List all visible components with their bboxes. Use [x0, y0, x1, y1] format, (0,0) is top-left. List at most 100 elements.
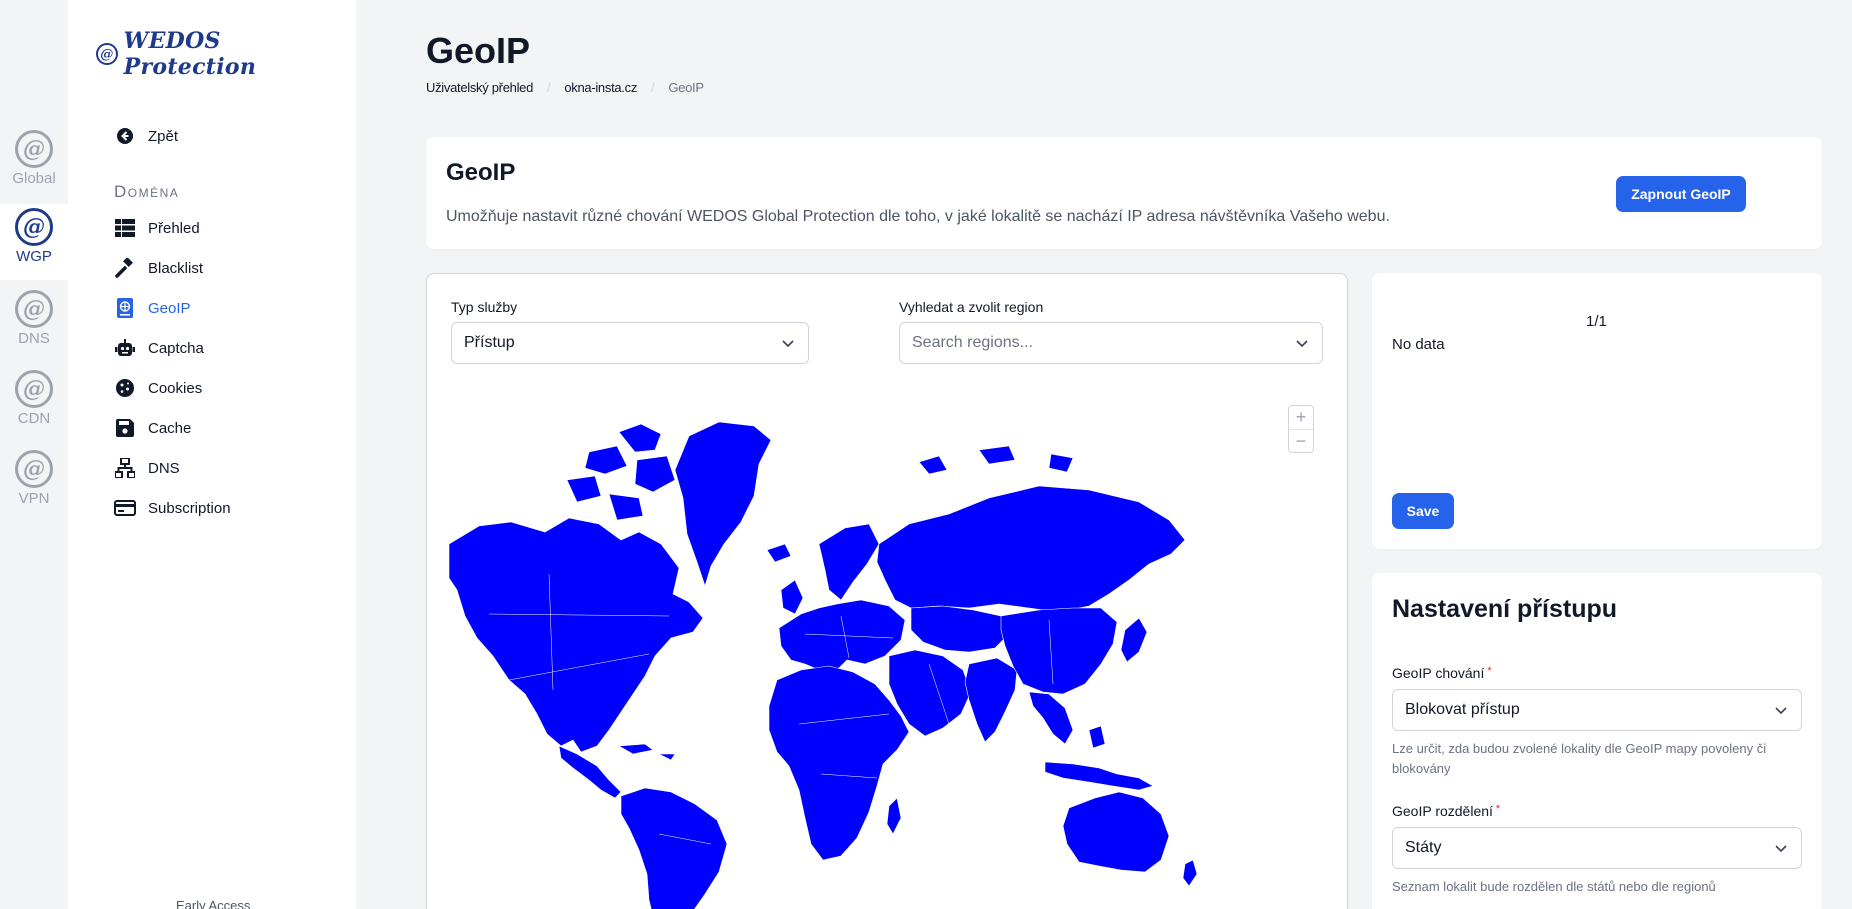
map-region-iceland	[766, 543, 792, 563]
section-heading: Doména	[114, 182, 180, 201]
service-type-label: Typ služby	[451, 299, 518, 315]
rail-label: VPN	[18, 490, 50, 507]
sidebar-item-dns[interactable]: DNS	[114, 448, 344, 488]
chevron-down-icon	[1775, 845, 1787, 853]
map-region-japan	[1120, 617, 1148, 663]
map-region-russia	[876, 485, 1186, 613]
credit-card-icon	[114, 497, 136, 519]
empty-state-text: No data	[1392, 336, 1445, 353]
sidebar-item-cache[interactable]: Cache	[114, 408, 344, 448]
map-region-arctic-russia	[918, 445, 1074, 475]
behavior-label-text: GeoIP chování	[1392, 665, 1485, 681]
early-access-label: Early Access	[176, 898, 251, 909]
sidebar-item-subscription[interactable]: Subscription	[114, 488, 344, 528]
map-card: Typ služby Přístup Vyhledat a zvolit reg…	[426, 273, 1348, 909]
region-search-label: Vyhledat a zvolit region	[899, 299, 1044, 315]
table-icon	[114, 217, 136, 239]
product-rail: @ Global @ WGP @ DNS @ CDN @ VPN	[0, 0, 68, 909]
split-label: GeoIP rozdělení *	[1392, 803, 1500, 819]
zoom-in-button[interactable]: +	[1289, 406, 1313, 429]
robot-icon	[114, 337, 136, 359]
rail-label: DNS	[18, 330, 50, 347]
service-type-value: Přístup	[464, 334, 515, 351]
map-region-greenland	[674, 421, 772, 587]
rail-item-cdn[interactable]: @ CDN	[0, 366, 68, 442]
globe-book-icon	[114, 297, 136, 319]
split-label-text: GeoIP rozdělení	[1392, 803, 1493, 819]
service-type-select[interactable]: Přístup	[451, 322, 809, 364]
map-region-southeast-asia	[1028, 691, 1074, 745]
breadcrumb-link[interactable]: okna-insta.cz	[564, 80, 637, 95]
map-region-europe	[778, 599, 906, 675]
arrow-left-circle-icon	[114, 125, 136, 147]
intro-card: GeoIP Umožňuje nastavit různé chování WE…	[426, 137, 1822, 249]
cdn-logo-icon: @	[15, 370, 53, 408]
behavior-label: GeoIP chování *	[1392, 665, 1492, 681]
map-region-north-america	[449, 517, 704, 753]
map-region-australia	[1062, 791, 1170, 873]
behavior-help-text: Lze určit, zda budou zvolené lokality dl…	[1392, 741, 1767, 776]
sidebar-item-blacklist[interactable]: Blacklist	[114, 248, 344, 288]
split-select[interactable]: Státy	[1392, 827, 1802, 869]
chevron-down-icon	[1296, 340, 1308, 348]
vpn-logo-icon: @	[15, 450, 53, 488]
sidebar-item-label: Subscription	[148, 499, 231, 517]
sidebar: @ WEDOS Protection Zpět Doména Přehled B…	[68, 0, 356, 909]
required-marker: *	[1495, 803, 1501, 815]
breadcrumb-link[interactable]: Uživatelský přehled	[426, 80, 533, 95]
network-icon	[114, 457, 136, 479]
pagination-indicator: 1/1	[1586, 313, 1607, 330]
map-region-madagascar	[886, 797, 902, 835]
sidebar-item-label: Captcha	[148, 339, 204, 357]
rail-label: Global	[12, 170, 56, 187]
back-link[interactable]: Zpět	[114, 116, 344, 156]
sidebar-item-captcha[interactable]: Captcha	[114, 328, 344, 368]
map-region-british-isles	[780, 579, 804, 615]
floppy-icon	[114, 417, 136, 439]
map-region-africa	[768, 665, 910, 861]
map-region-arctic-islands	[566, 423, 676, 521]
split-value: Státy	[1405, 839, 1442, 856]
rail-item-vpn[interactable]: @ VPN	[0, 446, 68, 522]
map-region-caribbean	[618, 743, 676, 761]
selected-regions-card: 1/1 No data Save	[1372, 273, 1822, 549]
save-button[interactable]: Save	[1392, 493, 1454, 529]
zoom-out-button[interactable]: −	[1289, 429, 1313, 452]
sidebar-item-prehled[interactable]: Přehled	[114, 208, 344, 248]
settings-title: Nastavení přístupu	[1392, 595, 1618, 623]
wgp-logo-icon: @	[15, 208, 53, 246]
sidebar-item-label: Cookies	[148, 379, 203, 397]
page-title: GeoIP	[426, 30, 531, 71]
sidebar-item-cookies[interactable]: Cookies	[114, 368, 344, 408]
map-region-east-asia	[1000, 607, 1118, 695]
map-region-central-america	[558, 745, 622, 799]
enable-geoip-button[interactable]: Zapnout GeoIP	[1616, 176, 1746, 212]
brand-logo[interactable]: @ WEDOS Protection	[96, 28, 356, 80]
map-region-india	[964, 657, 1018, 743]
region-search-select[interactable]: Search regions...	[899, 322, 1323, 364]
rail-item-wgp[interactable]: @ WGP	[0, 204, 68, 280]
map-region-south-america	[620, 787, 728, 909]
breadcrumb: Uživatelský přehled / okna-insta.cz / Ge…	[426, 80, 704, 95]
sidebar-item-label: Cache	[148, 419, 192, 437]
behavior-select[interactable]: Blokovat přístup	[1392, 689, 1802, 731]
world-map[interactable]	[449, 394, 1329, 909]
rail-label: WGP	[16, 248, 52, 265]
split-help-text: Seznam lokalit bude rozdělen dle států n…	[1392, 879, 1716, 894]
behavior-value: Blokovat přístup	[1405, 701, 1520, 718]
sidebar-item-label: Přehled	[148, 219, 200, 237]
map-region-central-asia	[910, 605, 1010, 653]
rail-item-global[interactable]: @ Global	[0, 126, 68, 202]
intro-description: Umožňuje nastavit různé chování WEDOS Gl…	[446, 208, 1390, 225]
brand-name: WEDOS Protection	[123, 28, 257, 80]
sidebar-item-label: GeoIP	[148, 299, 191, 317]
sidebar-item-geoip[interactable]: GeoIP	[114, 288, 344, 328]
rail-item-dns[interactable]: @ DNS	[0, 286, 68, 362]
global-logo-icon: @	[15, 130, 53, 168]
chevron-down-icon	[1775, 707, 1787, 715]
sidebar-item-label: Blacklist	[148, 259, 204, 277]
sidebar-item-label: DNS	[148, 459, 180, 477]
breadcrumb-current: GeoIP	[668, 80, 704, 95]
chevron-down-icon	[782, 340, 794, 348]
map-zoom-control: + −	[1288, 405, 1314, 453]
